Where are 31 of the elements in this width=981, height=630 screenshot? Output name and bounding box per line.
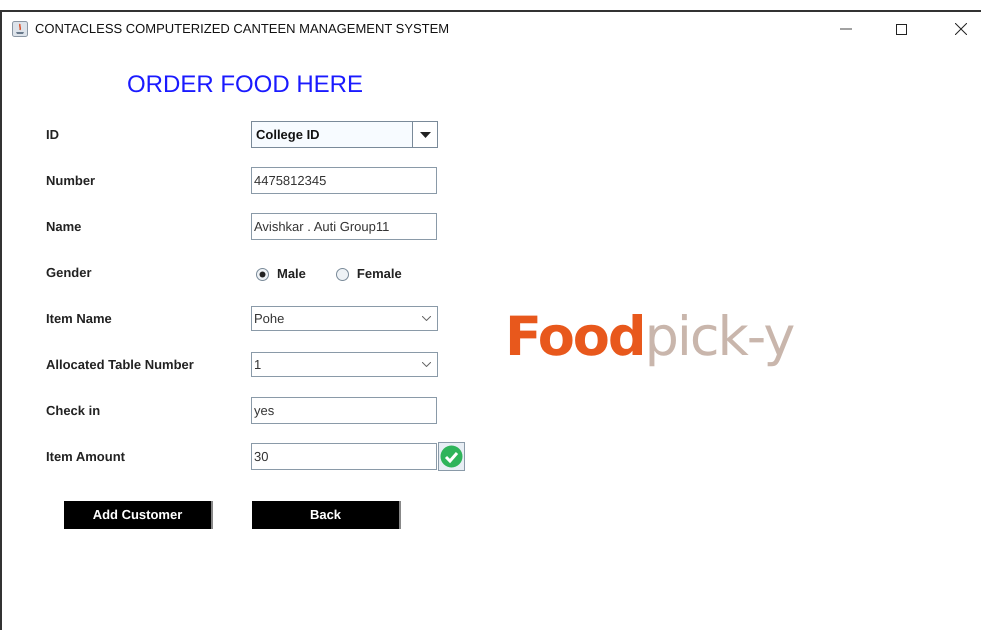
field-label: Allocated Table Number [46, 356, 195, 374]
chevron-down-icon [422, 316, 431, 321]
radio-icon[interactable] [256, 268, 269, 280]
field-label: Name [46, 218, 82, 236]
field-label: Number [46, 172, 96, 190]
field-label: Gender [46, 264, 93, 282]
field-label: Item Amount [46, 448, 126, 466]
field-label: Check in [46, 402, 102, 420]
logo-text: pick-y [644, 310, 794, 364]
field-label: ID [46, 126, 60, 144]
text-field[interactable]: 30 [251, 443, 437, 470]
text-field[interactable]: Avishkar . Auti Group11 [251, 213, 437, 240]
chevron-down-icon [422, 362, 431, 367]
radio-icon[interactable] [336, 268, 349, 280]
id-dropdown[interactable]: College ID [251, 121, 438, 148]
maximize-icon[interactable] [896, 24, 907, 34]
action-button[interactable]: Back [252, 501, 401, 529]
page-heading: ORDER FOOD HERE [127, 73, 364, 97]
radio-button[interactable]: Male [256, 264, 306, 284]
close-icon[interactable] [955, 23, 967, 35]
dropdown[interactable]: Pohe [251, 306, 438, 331]
radio-button[interactable]: Female [336, 264, 402, 284]
dropdown[interactable]: 1 [251, 352, 438, 377]
caret-icon [420, 132, 430, 138]
app-icon [12, 21, 28, 37]
window-title: CONTACLESS COMPUTERIZED CANTEEN MANAGEMENT SYSTEM [35, 20, 450, 38]
logo-text: Food [505, 310, 645, 364]
text-field[interactable]: 4475812345 [251, 167, 437, 194]
text-field[interactable]: yes [251, 397, 437, 424]
action-button[interactable]: Add Customer [64, 501, 213, 529]
field-label: Item Name [46, 310, 113, 328]
